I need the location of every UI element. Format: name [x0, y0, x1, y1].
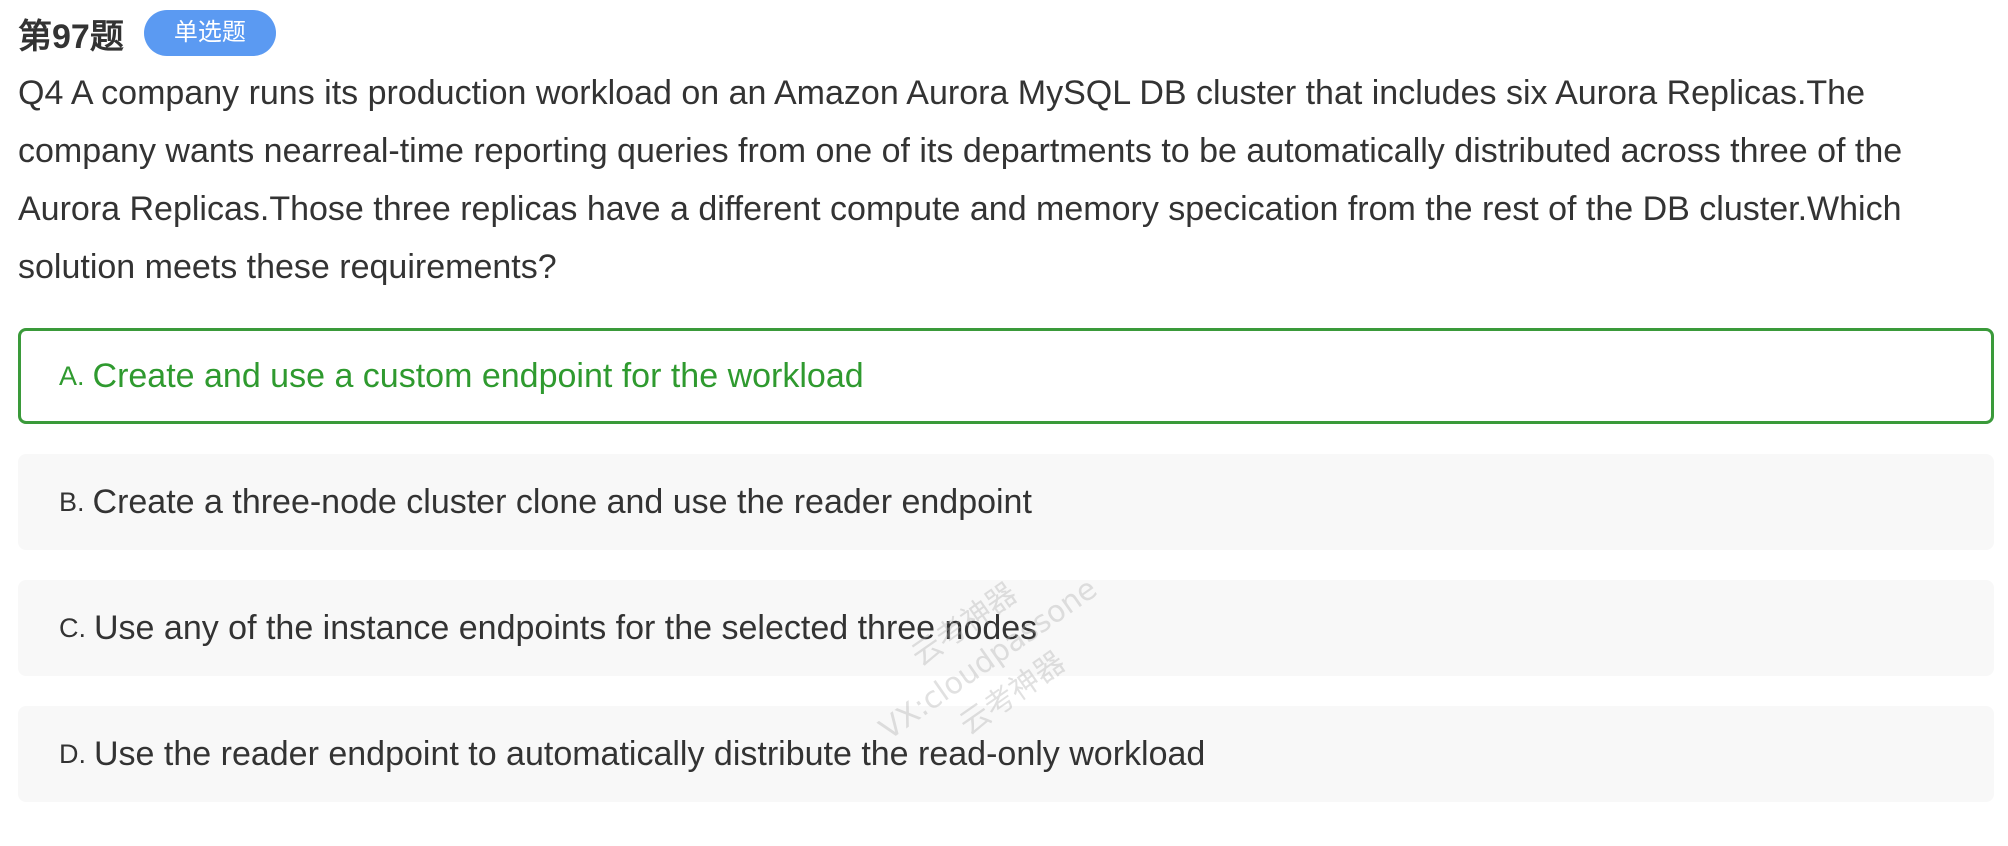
option-a[interactable]: A. Create and use a custom endpoint for …: [18, 328, 1994, 424]
option-text: Create and use a custom endpoint for the…: [92, 356, 864, 395]
option-c[interactable]: C. Use any of the instance endpoints for…: [18, 580, 1994, 676]
question-number: 第97题: [18, 17, 124, 56]
option-letter: A.: [59, 360, 85, 391]
option-text: Use the reader endpoint to automatically…: [94, 734, 1206, 773]
option-letter: B.: [59, 486, 85, 517]
question-type-badge: 单选题: [143, 10, 276, 56]
question-header: 第97题 单选题: [18, 8, 276, 58]
option-b[interactable]: B. Create a three-node cluster clone and…: [18, 454, 1994, 550]
options-list: A. Create and use a custom endpoint for …: [18, 328, 1994, 832]
option-text: Use any of the instance endpoints for th…: [94, 608, 1038, 647]
option-letter: D.: [59, 738, 86, 769]
option-d[interactable]: D. Use the reader endpoint to automatica…: [18, 706, 1994, 802]
option-letter: C.: [59, 612, 86, 643]
question-text: Q4 A company runs its production workloa…: [18, 74, 1903, 286]
option-text: Create a three-node cluster clone and us…: [92, 482, 1032, 521]
